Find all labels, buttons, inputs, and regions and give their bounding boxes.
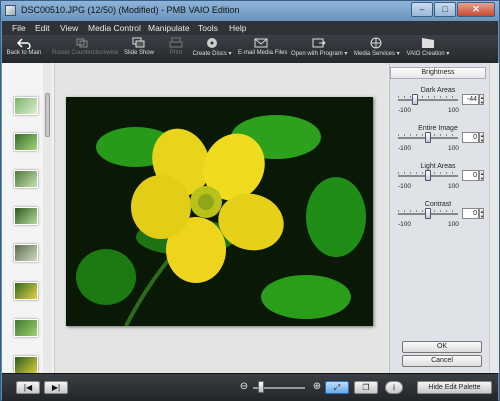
brightness-header[interactable]: Brightness (390, 67, 486, 79)
edit-palette: Brightness Dark Areas -44 ▲ ▼ -100 100 En… (389, 63, 499, 373)
thumbnail[interactable] (14, 282, 38, 300)
open-program-icon (312, 38, 326, 48)
menu-manipulate[interactable]: Manipulate (148, 23, 190, 33)
dark-areas-knob[interactable] (411, 94, 418, 105)
minimize-button[interactable]: – (411, 2, 433, 17)
maximize-button[interactable]: □ (434, 2, 456, 17)
disc-icon (207, 38, 217, 48)
rotate-counterclockwise-button[interactable]: Rotate Counterclockwise (52, 37, 118, 63)
print-button[interactable]: Print (166, 37, 186, 63)
thumbnail[interactable] (14, 97, 38, 115)
photo-preview[interactable] (66, 97, 373, 326)
thumbnail[interactable] (14, 244, 38, 262)
status-bar: |◀ ▶| ⊖ ⊕ ⤢ ❐ i Hide Edit Palette (2, 373, 498, 401)
entire-image-value[interactable]: 0 (462, 132, 479, 143)
thumbnail-scrollbar[interactable] (43, 63, 52, 373)
entire-image-knob[interactable] (425, 132, 431, 143)
contrast-knob[interactable] (425, 208, 431, 219)
palette-scrollbar[interactable] (489, 63, 499, 373)
rotate-icon (76, 38, 88, 48)
dark-areas-spinner[interactable]: ▲ ▼ (479, 94, 484, 105)
light-areas-min: -100 (398, 183, 412, 190)
contrast-spinner[interactable]: ▲ ▼ (479, 208, 484, 219)
next-image-button[interactable]: ▶| (44, 381, 68, 394)
image-viewer (55, 63, 388, 373)
compare-view-button[interactable]: ❐ (354, 381, 378, 394)
info-button[interactable]: i (385, 381, 403, 394)
entire-image-control: Entire Image 0 ▲ ▼ -100 100 (390, 125, 486, 163)
back-to-main-button[interactable]: Back to Main (6, 37, 42, 63)
email-media-files-button[interactable]: E-mail Media Files (238, 37, 287, 63)
content-area: Brightness Dark Areas -44 ▲ ▼ -100 100 En… (2, 63, 499, 374)
thumbnail[interactable] (14, 133, 38, 151)
menu-file[interactable]: File (12, 23, 26, 33)
zoom-out-icon[interactable]: ⊖ (238, 381, 250, 393)
dark-areas-control: Dark Areas -44 ▲ ▼ -100 100 (390, 87, 486, 125)
media-services-button[interactable]: Media Services ▾ (354, 37, 400, 63)
create-discs-button[interactable]: Create Discs ▾ (192, 37, 232, 63)
ok-button[interactable]: OK (402, 341, 482, 353)
cancel-button[interactable]: Cancel (402, 355, 482, 367)
window-title: DSC00510.JPG (12/50) (Modified) - PMB VA… (21, 5, 240, 15)
scrollbar-thumb[interactable] (45, 93, 50, 137)
light-areas-control: Light Areas 0 ▲ ▼ -100 100 (390, 163, 486, 201)
menu-media-control[interactable]: Media Control (88, 23, 141, 33)
globe-icon (370, 37, 382, 49)
flower-photo (66, 97, 373, 326)
light-areas-knob[interactable] (425, 170, 431, 181)
slide-show-button[interactable]: Slide Show (122, 37, 156, 63)
light-areas-value[interactable]: 0 (462, 170, 479, 181)
contrast-min: -100 (398, 221, 412, 228)
hide-edit-palette-button[interactable]: Hide Edit Palette (417, 381, 492, 394)
menu-view[interactable]: View (60, 23, 78, 33)
close-button[interactable]: ✕ (457, 2, 495, 17)
dark-areas-max: 100 (448, 107, 459, 114)
contrast-control: Contrast 0 ▲ ▼ -100 100 (390, 201, 486, 239)
light-areas-label: Light Areas (420, 163, 456, 170)
thumbnail[interactable] (14, 170, 38, 188)
envelope-icon (254, 38, 268, 48)
toolbar: Back to Main Rotate Counterclockwise Sli… (2, 35, 498, 64)
thumbnail[interactable] (14, 207, 38, 225)
menu-edit[interactable]: Edit (35, 23, 50, 33)
zoom-knob[interactable] (258, 381, 264, 393)
title-bar[interactable]: DSC00510.JPG (12/50) (Modified) - PMB VA… (1, 1, 499, 21)
entire-image-label: Entire Image (418, 125, 458, 132)
dark-areas-label: Dark Areas (420, 87, 456, 94)
menu-help[interactable]: Help (229, 23, 246, 33)
thumbnail-strip (2, 63, 55, 374)
print-icon (169, 37, 183, 48)
clapperboard-icon (422, 38, 434, 48)
previous-image-button[interactable]: |◀ (16, 381, 40, 394)
light-areas-spinner[interactable]: ▲ ▼ (479, 170, 484, 181)
slider-ticks (398, 96, 458, 98)
contrast-max: 100 (448, 221, 459, 228)
app-icon (5, 5, 16, 16)
entire-image-max: 100 (448, 145, 459, 152)
back-arrow-icon (17, 38, 31, 49)
fit-to-window-button[interactable]: ⤢ (325, 381, 349, 394)
contrast-label: Contrast (424, 201, 452, 208)
light-areas-max: 100 (448, 183, 459, 190)
vaio-creation-button[interactable]: VAIO Creation ▾ (406, 37, 450, 63)
dark-areas-value[interactable]: -44 (462, 94, 479, 105)
zoom-in-icon[interactable]: ⊕ (311, 381, 323, 393)
menu-tools[interactable]: Tools (198, 23, 218, 33)
entire-image-spinner[interactable]: ▲ ▼ (479, 132, 484, 143)
dark-areas-min: -100 (398, 107, 412, 114)
thumbnail[interactable] (14, 319, 38, 337)
entire-image-min: -100 (398, 145, 412, 152)
contrast-value[interactable]: 0 (462, 208, 479, 219)
application-window: DSC00510.JPG (12/50) (Modified) - PMB VA… (0, 0, 500, 401)
open-with-program-button[interactable]: Open with Program ▾ (291, 37, 347, 63)
slideshow-icon (132, 37, 145, 48)
menu-bar: File Edit View Media Control Manipulate … (2, 21, 498, 35)
thumbnail[interactable] (14, 356, 38, 374)
dark-areas-slider[interactable] (398, 99, 458, 101)
